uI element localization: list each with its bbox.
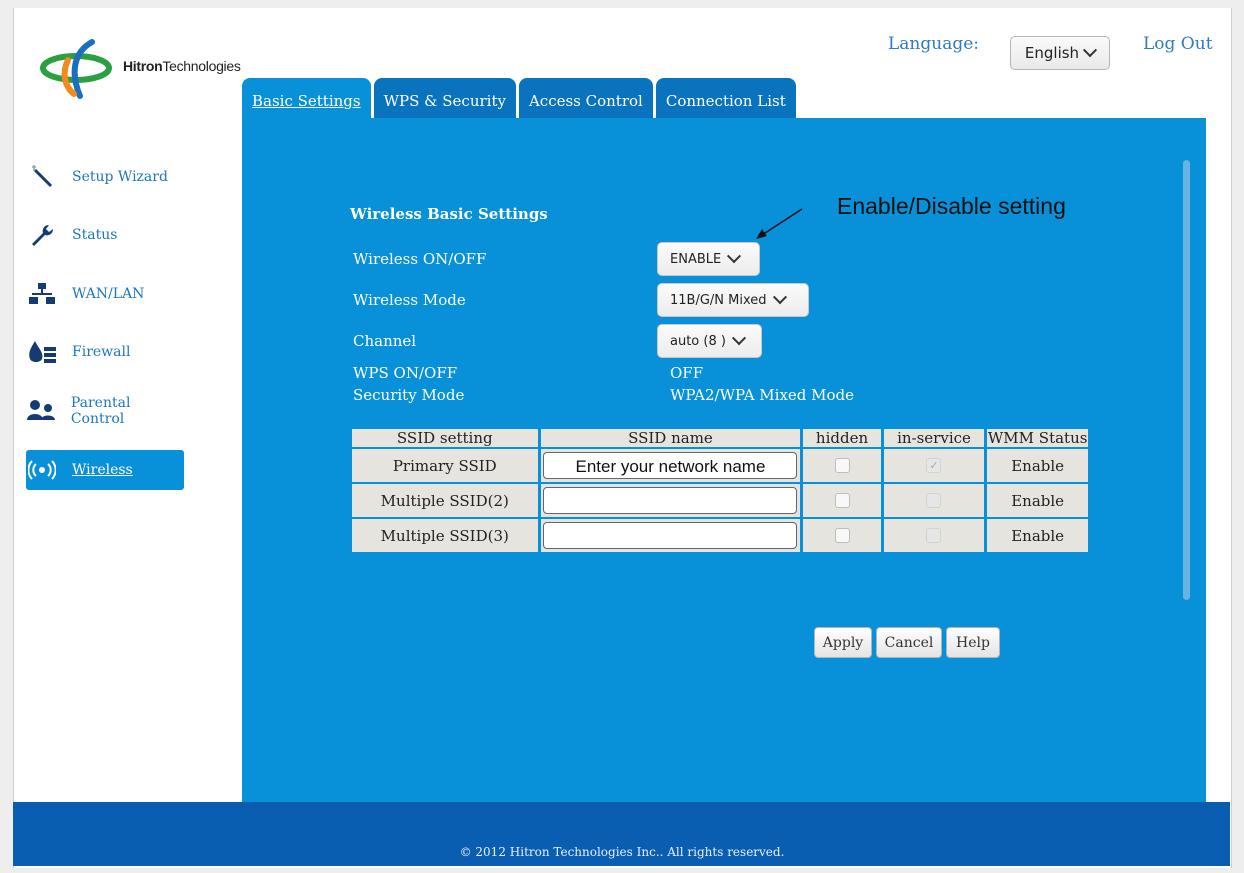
wrench-icon <box>26 222 58 248</box>
scrollbar[interactable] <box>1183 160 1190 600</box>
wmm-status-cell: Enable <box>987 449 1088 482</box>
tab-wps-security[interactable]: WPS & Security <box>373 78 516 120</box>
logout-link[interactable]: Log Out <box>1143 34 1213 54</box>
wmm-status-cell: Enable <box>987 484 1088 517</box>
copyright-text: © 2012 Hitron Technologies Inc.. All rig… <box>459 845 785 859</box>
sidebar-item-status[interactable]: Status <box>26 215 184 255</box>
wireless-onoff-label: Wireless ON/OFF <box>353 250 487 268</box>
table-row: Multiple SSID(3) Enable <box>352 519 1088 552</box>
wand-icon <box>26 164 58 190</box>
in-service-checkbox[interactable] <box>926 528 942 543</box>
cancel-button[interactable]: Cancel <box>876 627 942 658</box>
sidebar-item-firewall[interactable]: Firewall <box>26 332 184 372</box>
column-header: WMM Status <box>987 429 1088 447</box>
ssid-name-input[interactable] <box>543 522 798 549</box>
tab-connection-list[interactable]: Connection List <box>655 78 796 120</box>
chevron-down-icon <box>1083 43 1098 58</box>
language-label: Language: <box>888 34 980 54</box>
column-header: hidden <box>803 429 881 447</box>
sidebar-item-setup-wizard[interactable]: Setup Wizard <box>26 157 184 197</box>
logo-text-rest: Technologies <box>162 58 241 74</box>
chevron-down-icon <box>727 249 742 264</box>
tab-bar: Basic Settings WPS & Security Access Con… <box>242 78 796 120</box>
wireless-icon <box>26 457 58 483</box>
wireless-mode-select[interactable]: 11B/G/N Mixed <box>657 283 809 317</box>
users-icon <box>26 398 57 424</box>
sidebar-item-label: WAN/LAN <box>72 286 145 302</box>
wireless-mode-label: Wireless Mode <box>353 291 466 309</box>
language-select[interactable]: English <box>1010 36 1110 70</box>
in-service-checkbox[interactable] <box>926 493 942 508</box>
sidebar-item-label: Firewall <box>72 344 131 360</box>
column-header: SSID setting <box>352 429 538 447</box>
wireless-onoff-select[interactable]: ENABLE <box>657 242 760 276</box>
in-service-cell: ✓ <box>883 449 985 482</box>
sidebar-item-label: Parental Control <box>70 395 131 427</box>
hitron-logo: HitronTechnologies <box>40 38 270 100</box>
channel-label: Channel <box>353 332 417 350</box>
channel-select[interactable]: auto (8 ) <box>657 324 762 358</box>
ssid-name-cell: Enter your network name <box>540 449 801 482</box>
ssid-name-input[interactable]: Enter your network name <box>543 452 798 479</box>
hidden-cell <box>803 519 881 552</box>
security-mode-label: Security Mode <box>353 386 465 404</box>
column-header: in-service <box>883 429 985 447</box>
wps-onoff-label: WPS ON/OFF <box>353 364 458 382</box>
table-row: Primary SSID Enter your network name ✓ E… <box>352 449 1088 482</box>
sidebar-item-label: Wireless <box>72 462 133 478</box>
hidden-checkbox[interactable] <box>834 458 850 473</box>
tab-basic-settings[interactable]: Basic Settings <box>242 78 371 120</box>
annotation-text: Enable/Disable setting <box>837 193 1066 219</box>
table-header-row: SSID setting SSID name hidden in-service… <box>352 429 1088 447</box>
in-service-cell <box>883 484 985 517</box>
ssid-name-cell <box>540 484 801 517</box>
firewall-icon <box>26 339 58 365</box>
ssid-setting-cell: Multiple SSID(3) <box>352 519 538 552</box>
sidebar-item-label: Status <box>72 227 118 243</box>
security-mode-value: WPA2/WPA Mixed Mode <box>670 386 855 404</box>
hidden-checkbox[interactable] <box>834 493 850 508</box>
language-value: English <box>1024 44 1080 62</box>
hidden-cell <box>803 484 881 517</box>
network-icon <box>26 281 58 307</box>
table-row: Multiple SSID(2) Enable <box>352 484 1088 517</box>
chevron-down-icon <box>772 290 787 305</box>
annotation-arrow-icon <box>756 208 803 239</box>
tab-access-control[interactable]: Access Control <box>518 78 653 120</box>
section-title: Wireless Basic Settings <box>350 205 548 223</box>
wireless-mode-value: 11B/G/N Mixed <box>670 292 767 308</box>
in-service-checkbox[interactable]: ✓ <box>926 458 942 473</box>
sidebar-item-wireless[interactable]: Wireless <box>26 450 184 490</box>
wps-onoff-value: OFF <box>670 364 704 382</box>
sidebar-item-parental-control[interactable]: Parental Control <box>26 391 184 431</box>
chevron-down-icon <box>731 331 747 346</box>
hidden-cell <box>803 449 881 482</box>
help-button[interactable]: Help <box>946 627 1000 658</box>
sidebar-item-wan-lan[interactable]: WAN/LAN <box>26 274 184 314</box>
in-service-cell <box>883 519 985 552</box>
channel-value: auto (8 ) <box>670 333 726 349</box>
ssid-name-input[interactable] <box>543 487 798 514</box>
ssid-name-cell <box>540 519 801 552</box>
sidebar-item-label: Setup Wizard <box>72 169 168 185</box>
ssid-setting-cell: Primary SSID <box>352 449 538 482</box>
wireless-onoff-value: ENABLE <box>670 251 722 267</box>
logo-text-bold: Hitron <box>123 58 163 74</box>
ssid-table: SSID setting SSID name hidden in-service… <box>349 427 1091 554</box>
apply-button[interactable]: Apply <box>814 627 872 658</box>
column-header: SSID name <box>540 429 801 447</box>
ssid-setting-cell: Multiple SSID(2) <box>352 484 538 517</box>
wmm-status-cell: Enable <box>987 519 1088 552</box>
hidden-checkbox[interactable] <box>834 528 850 543</box>
